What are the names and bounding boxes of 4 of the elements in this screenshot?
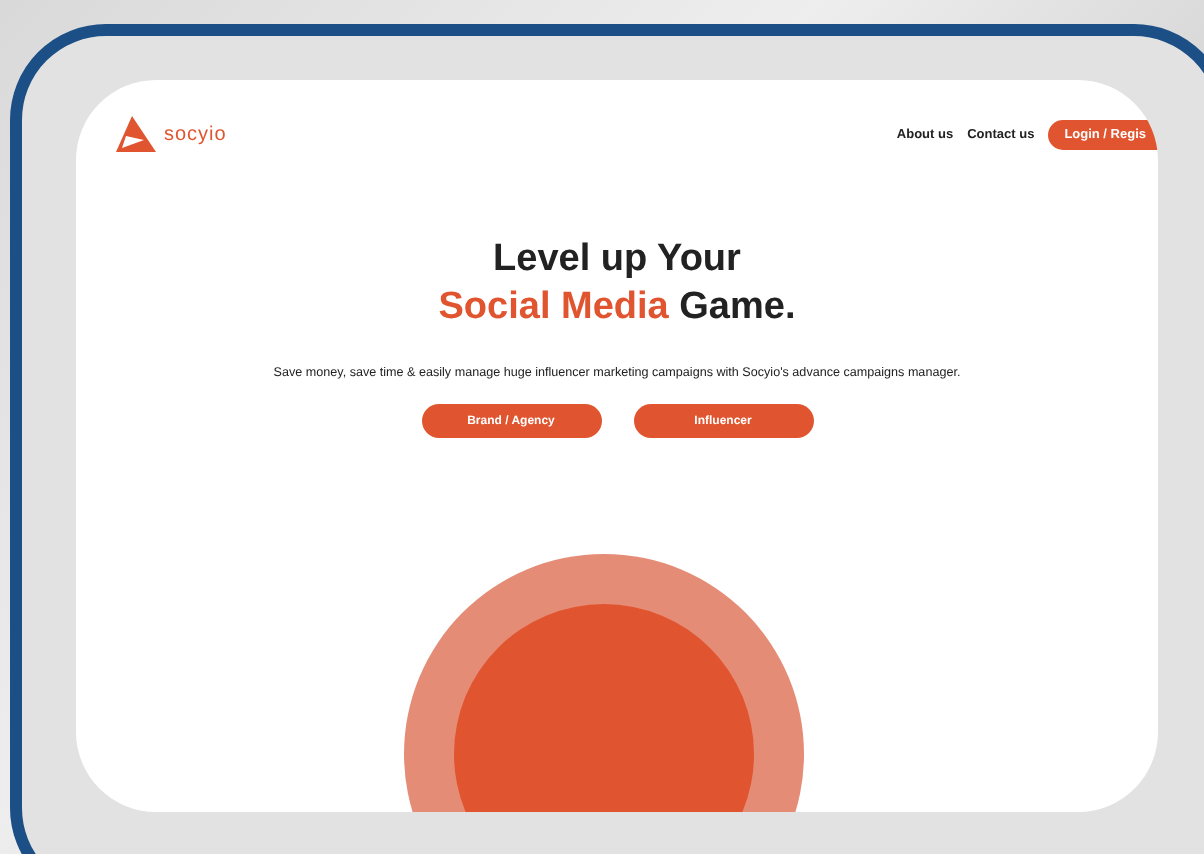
brand-name[interactable]: socyio (164, 123, 227, 145)
hero-subtitle: Social Media Game. (438, 284, 796, 332)
hero-title: Level up Your (493, 236, 741, 284)
logo-icon (116, 116, 156, 152)
